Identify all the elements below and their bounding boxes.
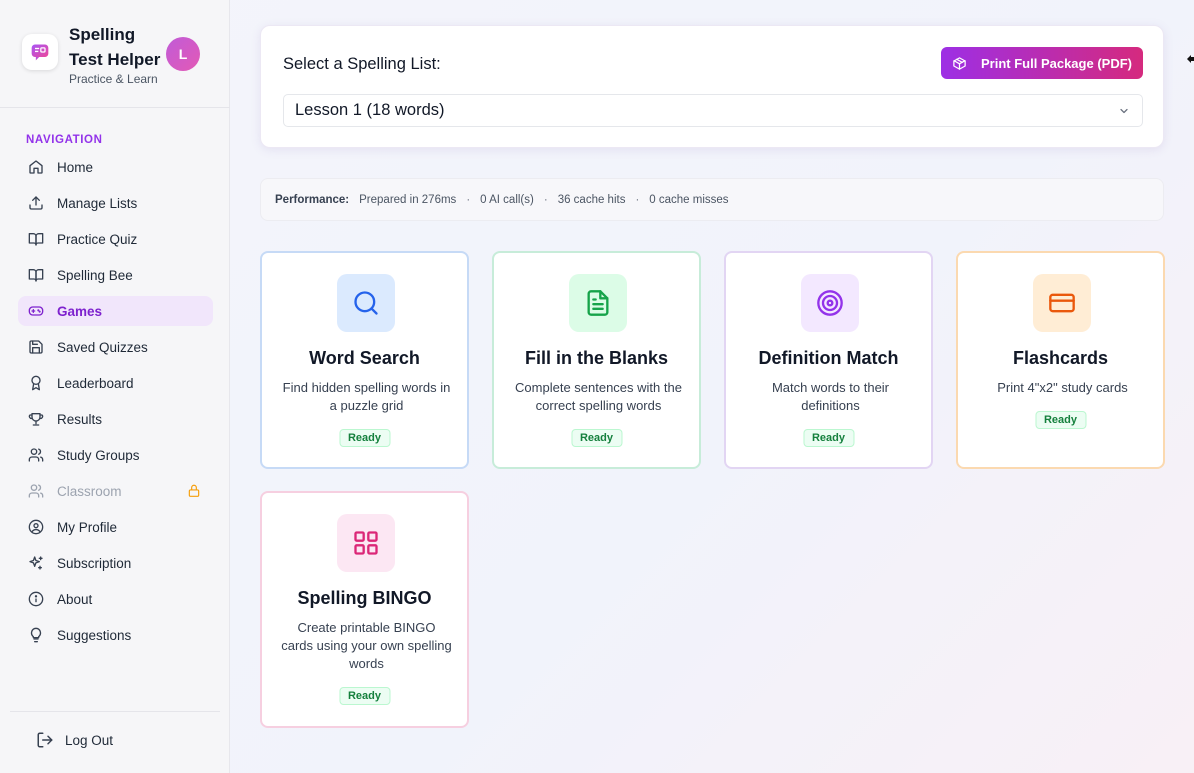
- target-icon: [801, 274, 859, 332]
- sidebar-item-games[interactable]: Games: [18, 296, 213, 326]
- document-icon: [569, 274, 627, 332]
- sidebar-item-label: Subscription: [57, 555, 132, 571]
- home-icon: [28, 159, 44, 175]
- sidebar-item-my-profile[interactable]: My Profile: [18, 512, 213, 542]
- chevron-down-icon: [1118, 105, 1130, 117]
- game-card-spelling-bingo[interactable]: Spelling BINGO Create printable BINGO ca…: [260, 491, 469, 728]
- status-badge: Ready: [338, 429, 391, 447]
- book-open-icon: [28, 231, 44, 247]
- print-package-button[interactable]: Print Full Package (PDF): [941, 47, 1143, 79]
- lightbulb-icon: [28, 627, 44, 643]
- save-icon: [28, 339, 44, 355]
- sidebar-item-label: Manage Lists: [57, 195, 138, 211]
- game-description: Find hidden spelling words in a puzzle g…: [282, 380, 451, 413]
- sidebar-divider: [0, 107, 230, 108]
- sidebar-item-label: Study Groups: [57, 447, 140, 463]
- performance-prepared: Prepared in 276ms: [359, 193, 457, 206]
- status-badge: Ready: [802, 429, 855, 447]
- app-logo-icon[interactable]: [22, 34, 58, 70]
- game-description: Match words to their definitions: [771, 380, 890, 413]
- list-selector-label: Select a Spelling List:: [283, 55, 441, 73]
- game-title: Fill in the Blanks: [524, 348, 669, 368]
- sidebar-item-subscription[interactable]: Subscription: [18, 548, 213, 578]
- sidebar-item-classroom[interactable]: Classroom: [18, 476, 213, 506]
- info-icon: [28, 591, 44, 607]
- users-icon: [28, 447, 44, 463]
- sidebar-divider: [10, 711, 220, 712]
- sidebar-item-label: Practice Quiz: [57, 231, 138, 247]
- separator-dot: ·: [543, 193, 548, 206]
- trophy-icon: [28, 411, 44, 427]
- sidebar-item-suggestions[interactable]: Suggestions: [18, 620, 213, 650]
- sidebar-item-practice-quiz[interactable]: Practice Quiz: [18, 224, 213, 254]
- user-circle-icon: [28, 519, 44, 535]
- nav-heading: NAVIGATION: [26, 134, 103, 146]
- logout-icon: [36, 731, 54, 749]
- award-icon: [28, 375, 44, 391]
- performance-cache-hits: 36 cache hits: [557, 193, 626, 206]
- sidebar-item-manage-lists[interactable]: Manage Lists: [18, 188, 213, 218]
- sidebar-item-saved-quizzes[interactable]: Saved Quizzes: [18, 332, 213, 362]
- upload-icon: [28, 195, 44, 211]
- performance-cache-misses: 0 cache misses: [649, 193, 729, 206]
- mouse-cursor-icon: [1187, 52, 1194, 70]
- sidebar-item-label: Suggestions: [57, 627, 132, 643]
- spelling-list-value: Lesson 1 (18 words): [295, 101, 445, 119]
- sidebar-item-label: Home: [57, 159, 94, 175]
- game-description: Complete sentences with the correct spel…: [515, 380, 682, 413]
- list-selector-card: Select a Spelling List: Print Full Packa…: [260, 25, 1164, 148]
- sidebar-item-about[interactable]: About: [18, 584, 213, 614]
- game-title: Word Search: [309, 348, 420, 368]
- status-badge: Ready: [570, 429, 623, 447]
- sparkles-icon: [28, 555, 44, 571]
- sidebar-item-label: About: [57, 591, 93, 607]
- game-description: Print 4"x2" study cards: [997, 380, 1128, 395]
- sidebar-item-label: Results: [57, 411, 103, 427]
- card-icon: [1033, 274, 1091, 332]
- game-card-word-search[interactable]: Word Search Find hidden spelling words i…: [260, 251, 469, 469]
- sidebar: Spelling Test Helper Practice & Learn L …: [0, 0, 230, 773]
- performance-bar: Performance: Prepared in 276ms · 0 AI ca…: [260, 178, 1164, 221]
- game-description: Create printable BINGO cards using your …: [281, 620, 452, 671]
- logout-button[interactable]: Log Out: [36, 729, 113, 751]
- game-title: Flashcards: [1012, 348, 1109, 368]
- sidebar-item-label: Classroom: [57, 483, 122, 499]
- search-icon: [337, 274, 395, 332]
- separator-dot: ·: [635, 193, 640, 206]
- status-badge: Ready: [1034, 411, 1087, 429]
- avatar[interactable]: L: [166, 37, 200, 71]
- game-card-definition-match[interactable]: Definition Match Match words to their de…: [724, 251, 933, 469]
- spelling-list-select[interactable]: Lesson 1 (18 words): [283, 94, 1143, 127]
- game-title: Spelling BINGO: [297, 588, 432, 608]
- app-title: Spelling Test Helper: [69, 25, 161, 69]
- nav-list: Home Manage Lists Practice Quiz Spelling…: [18, 152, 213, 656]
- gamepad-icon: [28, 303, 44, 319]
- sidebar-item-study-groups[interactable]: Study Groups: [18, 440, 213, 470]
- sidebar-item-label: My Profile: [57, 519, 118, 535]
- app-subtitle: Practice & Learn: [69, 72, 158, 86]
- lock-icon: [187, 483, 201, 501]
- users-icon: [28, 483, 44, 499]
- sidebar-item-label: Saved Quizzes: [57, 339, 148, 355]
- book-open-icon: [28, 267, 44, 283]
- status-badge: Ready: [338, 687, 391, 705]
- game-card-flashcards[interactable]: Flashcards Print 4"x2" study cards Ready: [956, 251, 1165, 469]
- performance-ai-calls: 0 AI call(s): [480, 193, 534, 206]
- sidebar-item-leaderboard[interactable]: Leaderboard: [18, 368, 213, 398]
- sidebar-item-home[interactable]: Home: [18, 152, 213, 182]
- sidebar-item-results[interactable]: Results: [18, 404, 213, 434]
- print-package-label: Print Full Package (PDF): [981, 55, 1132, 71]
- game-title: Definition Match: [758, 348, 899, 368]
- brand: Spelling Test Helper Practice & Learn L: [22, 22, 212, 90]
- sidebar-item-label: Games: [57, 303, 103, 319]
- game-card-fill-in-the-blanks[interactable]: Fill in the Blanks Complete sentences wi…: [492, 251, 701, 469]
- package-icon: [952, 56, 967, 71]
- grid-icon: [337, 514, 395, 572]
- performance-label: Performance:: [275, 193, 350, 206]
- sidebar-item-spelling-bee[interactable]: Spelling Bee: [18, 260, 213, 290]
- separator-dot: ·: [466, 193, 471, 206]
- sidebar-item-label: Spelling Bee: [57, 267, 133, 283]
- logout-label: Log Out: [65, 732, 114, 748]
- sidebar-item-label: Leaderboard: [57, 375, 134, 391]
